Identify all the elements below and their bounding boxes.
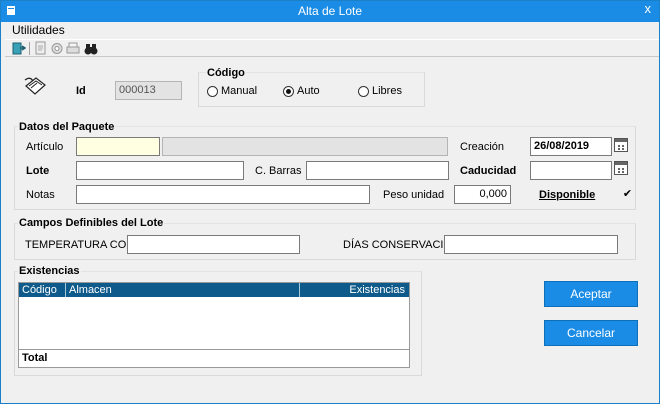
temperatura-input[interactable] — [127, 235, 300, 254]
radio-auto-label: Auto — [297, 85, 320, 97]
binoculars-icon[interactable] — [83, 41, 99, 56]
window-title: Alta de Lote — [297, 4, 363, 18]
exit-icon[interactable] — [10, 41, 26, 56]
articulo-label: Artículo — [26, 141, 64, 153]
peso-unidad-input[interactable]: 0,000 — [454, 185, 511, 204]
radio-libres-dot — [358, 85, 369, 97]
menu-utilidades[interactable]: Utilidades — [12, 23, 65, 37]
radio-auto[interactable]: Auto — [283, 85, 320, 97]
lote-label: Lote — [26, 165, 50, 177]
radio-manual-dot — [207, 85, 218, 97]
lot-icon — [24, 77, 46, 95]
creacion-label: Creación — [460, 141, 505, 153]
cancelar-label: Cancelar — [566, 326, 616, 340]
aceptar-label: Aceptar — [570, 287, 612, 301]
creacion-date-input[interactable]: 26/08/2019 — [530, 137, 612, 156]
document-icon[interactable] — [33, 41, 49, 56]
total-label: Total — [22, 352, 48, 364]
id-label: Id — [76, 85, 86, 97]
column-almacen[interactable]: Almacen — [69, 284, 112, 296]
temperatura-label: TEMPERATURA CON — [25, 239, 135, 251]
existencias-grid[interactable]: Código Almacen Existencias Total — [18, 282, 410, 368]
cancelar-button[interactable]: Cancelar — [544, 320, 638, 346]
title-bar: Alta de Lote x — [1, 1, 659, 22]
menu-utilidades-label: Utilidades — [12, 23, 65, 37]
datos-paquete-label: Datos del Paquete — [18, 121, 116, 133]
disponible-label: Disponible — [539, 189, 596, 201]
column-existencias[interactable]: Existencias — [349, 284, 405, 296]
radio-auto-dot — [283, 85, 294, 97]
print-icon[interactable] — [65, 41, 81, 56]
aceptar-button[interactable]: Aceptar — [544, 281, 638, 307]
lote-input[interactable] — [76, 161, 244, 180]
notas-label: Notas — [26, 189, 55, 201]
radio-libres[interactable]: Libres — [358, 85, 402, 97]
alta-de-lote-window: Alta de Lote x Utilidades Id 000013 Códi… — [0, 0, 660, 404]
articulo-description — [162, 137, 448, 156]
radio-manual-label: Manual — [221, 85, 258, 97]
settings-icon[interactable] — [49, 41, 65, 56]
id-field: 000013 — [115, 81, 182, 100]
peso-unidad-label: Peso unidad — [383, 189, 445, 201]
cbarras-label: C. Barras — [255, 165, 302, 177]
grid-header: Código Almacen Existencias — [19, 283, 409, 297]
cbarras-input[interactable] — [306, 161, 449, 180]
dias-conservacion-input[interactable] — [444, 235, 618, 254]
caducidad-date-input[interactable] — [530, 161, 612, 180]
campos-definibles-label: Campos Definibles del Lote — [18, 217, 165, 229]
toolbar — [5, 39, 659, 57]
notas-input[interactable] — [76, 185, 370, 204]
caducidad-label: Caducidad — [460, 165, 517, 177]
column-codigo[interactable]: Código — [22, 284, 57, 296]
close-icon[interactable]: x — [645, 1, 652, 16]
menu-bar: Utilidades — [1, 22, 659, 38]
dias-conservacion-label: DÍAS CONSERVACIÓ — [343, 239, 453, 251]
radio-manual[interactable]: Manual — [207, 85, 257, 97]
codigo-label: Código — [206, 67, 246, 79]
radio-libres-label: Libres — [372, 85, 402, 97]
existencias-label: Existencias — [18, 265, 81, 277]
disponible-checkbox[interactable]: ✔ — [622, 189, 633, 200]
calendar-icon[interactable] — [614, 138, 628, 152]
articulo-input[interactable] — [76, 137, 160, 156]
toolbar-separator — [29, 42, 30, 55]
calendar-icon[interactable] — [614, 161, 628, 175]
grid-total-row: Total — [19, 349, 409, 367]
